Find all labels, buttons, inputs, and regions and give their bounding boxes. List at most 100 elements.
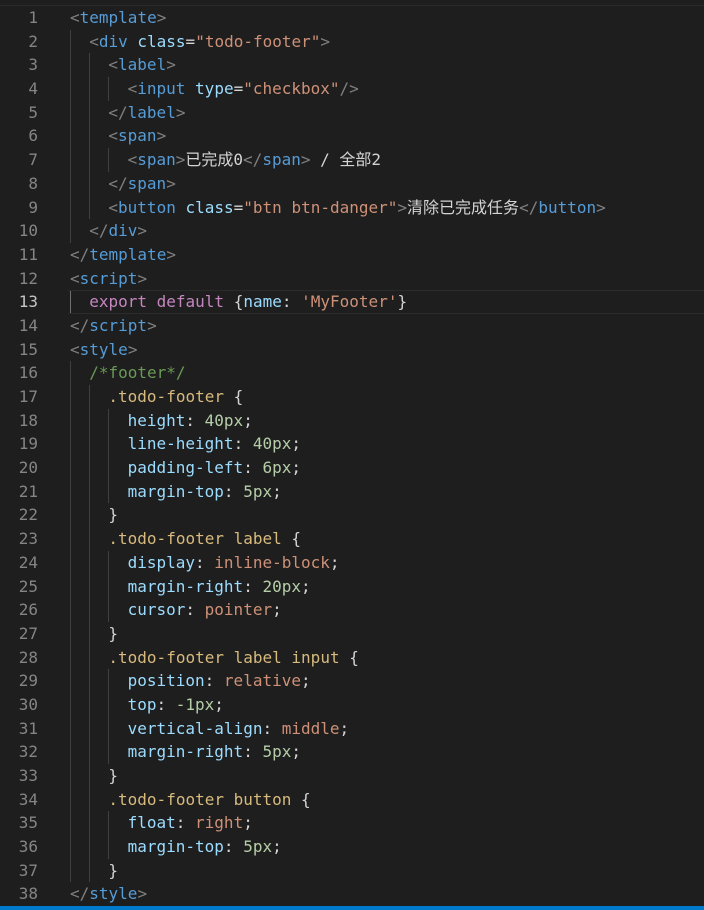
line-number: 13 (18, 292, 38, 312)
code-line[interactable]: 21 margin-top: 5px; (0, 479, 704, 504)
indent-guide (70, 100, 71, 125)
code-token: > (156, 8, 167, 27)
indent-guide (108, 811, 110, 836)
code-line[interactable]: 29 position: relative; (0, 669, 704, 693)
code-line[interactable]: 23 .todo-footer label { (0, 527, 704, 551)
code-text: </template> (70, 243, 176, 267)
code-token: { (339, 647, 359, 667)
code-line[interactable]: 38 </style> (0, 882, 704, 906)
code-token: < (127, 79, 138, 99)
line-number: 28 (18, 647, 38, 667)
code-line[interactable]: 25 margin-right: 20px; (0, 574, 704, 599)
indent-guide (70, 408, 71, 433)
line-number: 2 (28, 31, 38, 51)
indent-guide (70, 787, 71, 812)
code-token: < (70, 339, 80, 359)
code-token: margin-right (127, 576, 244, 596)
code-line[interactable]: 20 padding-left: 6px; (0, 456, 704, 480)
code-text: } (108, 622, 118, 646)
code-line[interactable]: 36 margin-top: 5px; (0, 835, 704, 859)
code-token: span (262, 150, 301, 170)
code-token: ; (214, 694, 224, 714)
code-token: .todo-footer label (108, 529, 282, 549)
code-line[interactable]: 26 cursor: pointer; (0, 598, 704, 622)
code-line[interactable]: 30 top: -1px; (0, 692, 704, 717)
code-token: > (156, 126, 167, 146)
code-line[interactable]: 15 <style> (0, 338, 704, 362)
code-line[interactable]: 19 line-height: 40px; (0, 432, 704, 457)
code-line[interactable]: 5 </label> (0, 100, 704, 125)
code-line[interactable]: 27} (0, 621, 704, 646)
code-token: 6px (262, 458, 292, 478)
code-text: padding-left: 6px; (128, 456, 301, 480)
code-editor[interactable]: 1 <template> 2 <div class="todo-footer"> 3 <l… (0, 6, 704, 906)
code-text: vertical-align: middle; (128, 717, 350, 741)
code-line[interactable]: 11 </template> (0, 243, 704, 267)
code-text: </label> (108, 101, 185, 125)
indent-guide (89, 432, 91, 457)
code-line[interactable]: 14 </script> (0, 314, 704, 338)
code-token: ; (300, 576, 311, 596)
code-token: display (127, 552, 196, 572)
code-token: float (127, 813, 176, 833)
line-number: 36 (18, 837, 38, 857)
code-token: line-height (127, 434, 234, 454)
indent-guide (89, 621, 91, 646)
code-text: float: right; (128, 811, 253, 835)
code-text: <button class="btn btn-danger">清除已完成任务</… (108, 196, 605, 220)
code-line[interactable]: 24 display: inline-block; (0, 550, 704, 575)
code-line[interactable]: 31 vertical-align: middle; (0, 716, 704, 741)
code-token: </ (519, 197, 539, 217)
line-number: 7 (28, 150, 38, 170)
code-text: position: relative; (128, 669, 311, 693)
indent-guide (70, 219, 71, 243)
code-token: button (538, 197, 597, 217)
code-token: margin-top (127, 837, 224, 857)
code-token: : (281, 292, 302, 312)
code-line[interactable]: 32 margin-right: 5px; (0, 740, 704, 764)
code-line[interactable]: 7 <span>已完成0</span> / 全部2 (0, 148, 704, 172)
indent-guide (89, 100, 91, 125)
line-number: 35 (18, 813, 38, 833)
code-line[interactable]: 17 .todo-footer { (0, 385, 704, 409)
code-line[interactable]: 3 <label> (0, 53, 704, 78)
code-token: > (596, 197, 606, 217)
code-text: </span> (108, 172, 175, 196)
indent-guide (89, 858, 91, 883)
code-line[interactable]: 13 export default {name: 'MyFooter'} (0, 290, 704, 314)
code-line[interactable]: 1 <template> (0, 6, 704, 30)
code-text: cursor: pointer; (128, 598, 282, 622)
code-token: padding-left (127, 458, 244, 478)
code-text: /*footer*/ (89, 361, 185, 385)
line-number: 24 (18, 552, 38, 572)
code-line[interactable]: 2 <div class="todo-footer"> (0, 29, 704, 54)
indent-guide (70, 574, 71, 599)
indent-guide (70, 669, 71, 693)
code-line[interactable]: 10 </div> (0, 219, 704, 243)
code-line[interactable]: 12 <script> (0, 267, 704, 291)
code-token: : (195, 552, 215, 572)
code-line[interactable]: 6 <span> (0, 124, 704, 149)
code-line[interactable]: 16 /*footer*/ (0, 361, 704, 385)
code-line[interactable]: 22} (0, 503, 704, 528)
code-line[interactable]: 18 height: 40px; (0, 408, 704, 433)
code-line[interactable]: 4 <input type="checkbox"/> (0, 77, 704, 101)
code-line[interactable]: 34 .todo-footer button { (0, 787, 704, 812)
code-line[interactable]: 33} (0, 764, 704, 788)
code-token: > (166, 173, 176, 193)
line-number: 20 (18, 458, 38, 478)
code-line[interactable]: 9 <button class="btn btn-danger">清除已完成任务<… (0, 195, 704, 220)
indent-guide (89, 456, 91, 480)
code-line[interactable]: 37} (0, 858, 704, 883)
indent-guide (70, 77, 71, 101)
code-line[interactable]: 8 </span> (0, 171, 704, 196)
code-line[interactable]: 35 float: right; (0, 811, 704, 836)
indent-guide (89, 77, 91, 101)
line-number: 30 (18, 694, 38, 714)
code-token: ; (272, 481, 282, 501)
code-line[interactable]: 28 .todo-footer label input { (0, 645, 704, 670)
code-token: button (118, 197, 176, 217)
indent-guide (108, 598, 110, 622)
code-token: : (223, 837, 244, 857)
